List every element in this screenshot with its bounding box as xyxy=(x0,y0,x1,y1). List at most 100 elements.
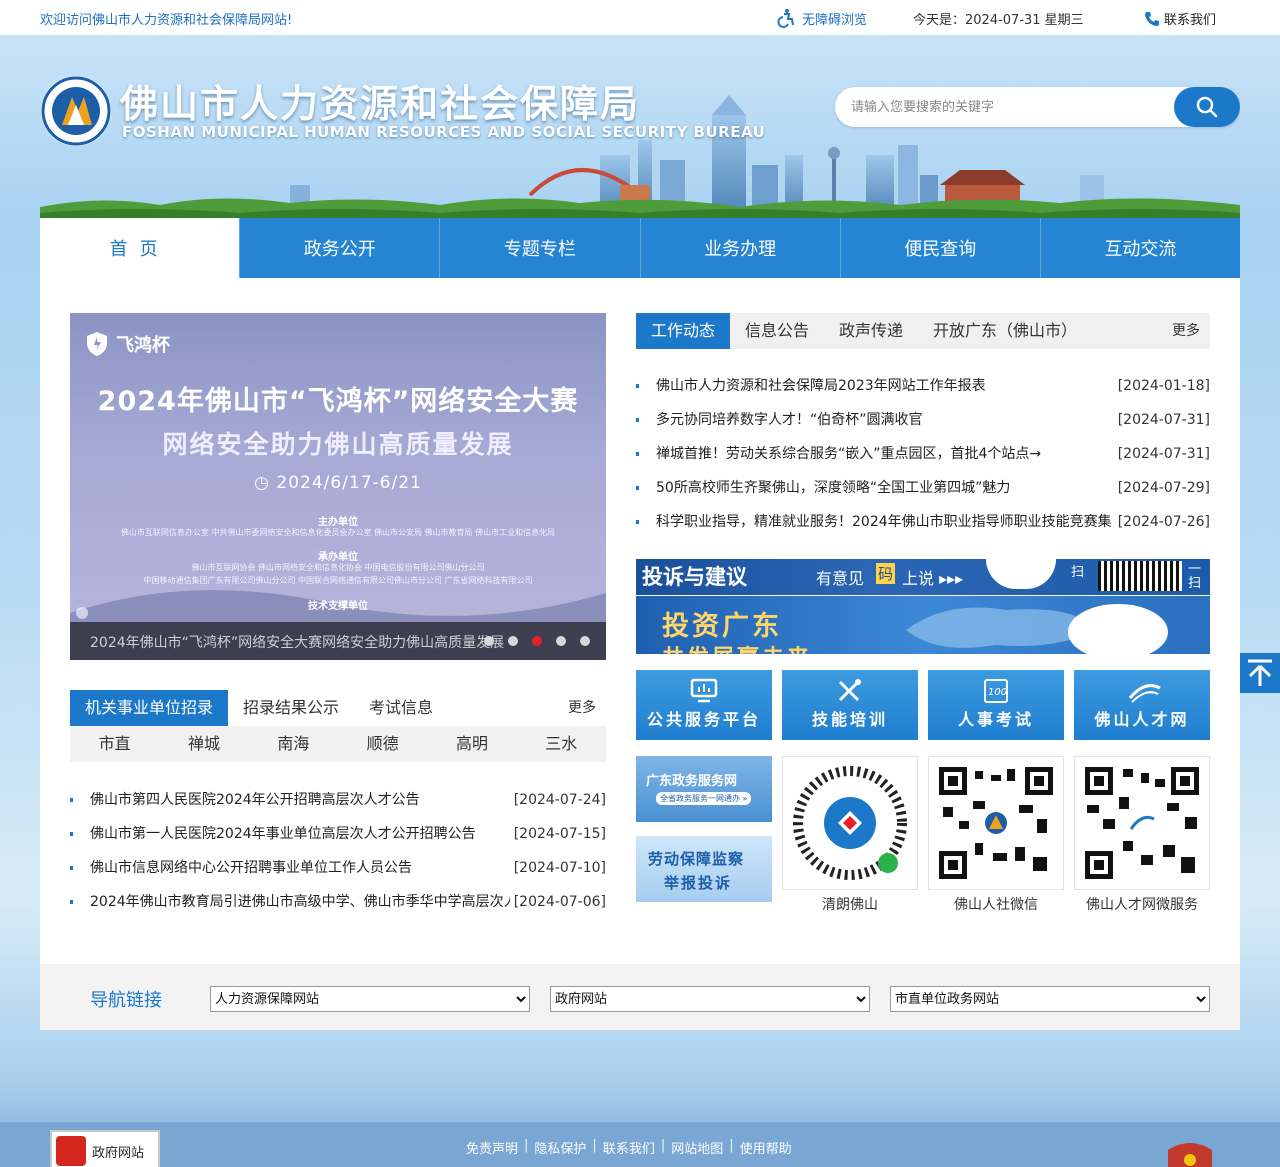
tab-announcements[interactable]: 信息公告 xyxy=(730,313,824,349)
labor-inspection-banner[interactable]: 劳动保障监察 举报投诉 xyxy=(636,836,772,902)
city-units-select[interactable]: 市直单位政务网站 xyxy=(890,986,1210,1012)
slide-subheadline: 网络安全助力佛山高质量发展 xyxy=(162,430,514,459)
list-item-date: [2024-07-06] xyxy=(509,885,606,919)
carousel-dot[interactable] xyxy=(508,636,518,646)
gov-sites-select[interactable]: 政府网站 xyxy=(550,986,870,1012)
list-item-title: 科学职业指导，精准就业服务！2024年佛山市职业指导师职业技能竞赛集 xyxy=(656,514,1112,530)
welcome-text: 欢迎访问佛山市人力资源和社会保障局网站! xyxy=(40,13,293,28)
list-item-title: 佛山市人力资源和社会保障局2023年网站工作年报表 xyxy=(656,378,986,394)
main-content: 飞鸿杯 2024年佛山市“飞鸿杯”网络安全大赛 网络安全助力佛山高质量发展 ◷ … xyxy=(40,278,1240,964)
carousel-caption-bar: 2024年佛山市“飞鸿杯”网络安全大赛网络安全助力佛山高质量发展 xyxy=(70,622,606,660)
contact-label: 联系我们 xyxy=(1164,13,1217,28)
slide-host-label: 主办单位 xyxy=(318,517,358,528)
gov-badge-text: 政府网站 xyxy=(92,1146,145,1161)
list-item-date: [2024-07-24] xyxy=(509,783,606,817)
invest-banner-title: 投资广东 xyxy=(662,611,782,642)
list-item[interactable]: 多元协同培养数字人才！“伯奇杯”圆满收官 [2024-07-31] xyxy=(636,403,1210,437)
tab-recruit-results[interactable]: 招录结果公示 xyxy=(228,690,354,726)
complaint-banner[interactable]: 投诉与建议 有意见 码 上说 ▸▸▸ 扫 一扫 xyxy=(636,559,1210,595)
phone-icon xyxy=(1145,11,1159,26)
district-tab-shizhi[interactable]: 市直 xyxy=(70,726,159,762)
list-item-title: 佛山市第一人民医院2024年事业单位高层次人才公开招聘公告 xyxy=(90,826,476,842)
list-item[interactable]: 科学职业指导，精准就业服务！2024年佛山市职业指导师职业技能竞赛集 [2024-… xyxy=(636,505,1210,539)
list-item[interactable]: 50所高校师生齐聚佛山，深度领略“全国工业第四城”魅力 [2024-07-29] xyxy=(636,471,1210,505)
carousel-dot[interactable] xyxy=(556,636,566,646)
nav-special-topics[interactable]: 专题专栏 xyxy=(439,218,640,278)
foshan-talent-micro-qr[interactable] xyxy=(1074,756,1210,890)
accessible-browse-link[interactable]: 无障碍浏览 xyxy=(776,8,867,28)
footer-link-disclaimer[interactable]: 免责声明 xyxy=(466,1138,518,1157)
nav-home[interactable]: 首页 xyxy=(40,218,240,278)
nav-gov-affairs[interactable]: 政务公开 xyxy=(239,218,440,278)
qr-thumb-icon xyxy=(1098,561,1182,591)
district-tab-gaoming[interactable]: 高明 xyxy=(427,726,516,762)
slide-host-orgs: 佛山市互联网信息办公室 中共佛山市委网络安全和信息化委员会办公室 佛山市公安局 … xyxy=(120,528,556,537)
gov-site-badge[interactable]: 政府网站 xyxy=(50,1130,160,1167)
tab-open-guangdong[interactable]: 开放广东（佛山市） xyxy=(918,313,1092,349)
public-service-platform-link[interactable]: 公共服务平台 xyxy=(636,670,772,740)
carousel[interactable]: 飞鸿杯 2024年佛山市“飞鸿杯”网络安全大赛 网络安全助力佛山高质量发展 ◷ … xyxy=(70,313,606,660)
search-button[interactable] xyxy=(1174,87,1240,127)
complaint-banner-scan: 扫 xyxy=(1071,565,1085,580)
recruit-more-link[interactable]: 更多 xyxy=(568,690,596,726)
nav-services[interactable]: 业务办理 xyxy=(639,218,840,278)
carousel-dot-active[interactable] xyxy=(532,636,542,646)
list-item[interactable]: 佛山市信息网络中心公开招聘事业单位工作人员公告 [2024-07-10] xyxy=(70,851,606,885)
search-input[interactable] xyxy=(851,97,1151,117)
back-to-top-button[interactable] xyxy=(1240,653,1280,693)
district-tab-sanshui[interactable]: 三水 xyxy=(517,726,606,762)
slide-brand: 飞鸿杯 xyxy=(86,331,170,357)
list-item-date: [2024-07-31] xyxy=(1113,403,1210,437)
list-item-date: [2024-01-18] xyxy=(1113,369,1210,403)
footer-link-contact[interactable]: 联系我们 xyxy=(603,1138,655,1157)
list-item-title: 佛山市信息网络中心公开招聘事业单位工作人员公告 xyxy=(90,860,412,876)
footer-link-sitemap[interactable]: 网站地图 xyxy=(671,1138,723,1157)
nav-interaction[interactable]: 互动交流 xyxy=(1039,218,1241,278)
nav-public-query[interactable]: 便民查询 xyxy=(839,218,1040,278)
shield-icon xyxy=(87,332,107,356)
quicklink-label: 公共服务平台 xyxy=(646,710,761,729)
list-item[interactable]: 佛山市人力资源和社会保障局2023年网站工作年报表 [2024-01-18] xyxy=(636,369,1210,403)
hr-sites-select[interactable]: 人力资源保障网站 xyxy=(210,986,530,1012)
tab-work-news[interactable]: 工作动态 xyxy=(636,313,731,349)
navigation-links-label: 导航链接 xyxy=(90,990,162,1011)
district-tab-chancheng[interactable]: 禅城 xyxy=(159,726,248,762)
list-item[interactable]: 2024年佛山市教育局引进佛山市高级中学、佛山市季华中学高层次人才公告 [2024… xyxy=(70,885,606,919)
qr-thumb-icon xyxy=(986,559,1056,589)
qr-label: 佛山人社微信 xyxy=(954,897,1038,913)
labor-banner-subtitle: 举报投诉 xyxy=(664,874,733,892)
skill-training-link[interactable]: 技能培训 xyxy=(782,670,918,740)
list-item[interactable]: 佛山市第四人民医院2024年公开招聘高层次人才公告 [2024-07-24] xyxy=(70,783,606,817)
gd-service-subtitle: 全省政务服务一网通办 » xyxy=(656,792,752,805)
news-more-link[interactable]: 更多 xyxy=(1172,313,1200,349)
tab-gov-voice[interactable]: 政声传递 xyxy=(824,313,918,349)
foshan-talent-link[interactable]: 佛山人才网 xyxy=(1074,670,1210,740)
qingliang-foshan-qr[interactable] xyxy=(782,756,918,890)
miniprogram-qr-icon xyxy=(793,766,907,880)
list-item-date: [2024-07-26] xyxy=(1113,505,1210,539)
carousel-dot[interactable] xyxy=(484,636,494,646)
foshan-hrss-wechat-qr[interactable] xyxy=(928,756,1064,890)
quicklink-label: 人事考试 xyxy=(957,710,1034,729)
tab-exam-info[interactable]: 考试信息 xyxy=(354,690,448,726)
carousel-dots xyxy=(484,636,590,646)
district-tab-nanhai[interactable]: 南海 xyxy=(249,726,338,762)
footer-link-privacy[interactable]: 隐私保护 xyxy=(534,1138,586,1157)
personnel-exam-link[interactable]: 100 人事考试 xyxy=(928,670,1064,740)
carousel-caption: 2024年佛山市“飞鸿杯”网络安全大赛网络安全助力佛山高质量发展 xyxy=(90,635,505,651)
accessible-label: 无障碍浏览 xyxy=(802,12,868,28)
tab-recruit[interactable]: 机关事业单位招录 xyxy=(70,690,229,726)
complaint-banner-scan2: 一扫 xyxy=(1188,562,1202,591)
district-tabs: 市直 禅城 南海 顺德 高明 三水 xyxy=(70,726,606,762)
list-item[interactable]: 禅城首推！劳动关系综合服务“嵌入”重点园区，首批4个站点→ [2024-07-31… xyxy=(636,437,1210,471)
district-tab-shunde[interactable]: 顺德 xyxy=(338,726,427,762)
footer-link-help[interactable]: 使用帮助 xyxy=(740,1138,792,1157)
contact-us-link[interactable]: 联系我们 xyxy=(1144,9,1216,28)
list-item[interactable]: 佛山市第一人民医院2024年事业单位高层次人才公开招聘公告 [2024-07-15… xyxy=(70,817,606,851)
search-icon xyxy=(1196,96,1218,118)
invest-guangdong-banner[interactable]: 投资广东 共发展赢未来 xyxy=(636,596,1210,654)
talent-logo-icon xyxy=(1128,684,1161,703)
list-item-date: [2024-07-10] xyxy=(509,851,606,885)
carousel-dot[interactable] xyxy=(580,636,590,646)
gd-service-banner[interactable]: 广东政务服务网 全省政务服务一网通办 » xyxy=(636,756,772,822)
